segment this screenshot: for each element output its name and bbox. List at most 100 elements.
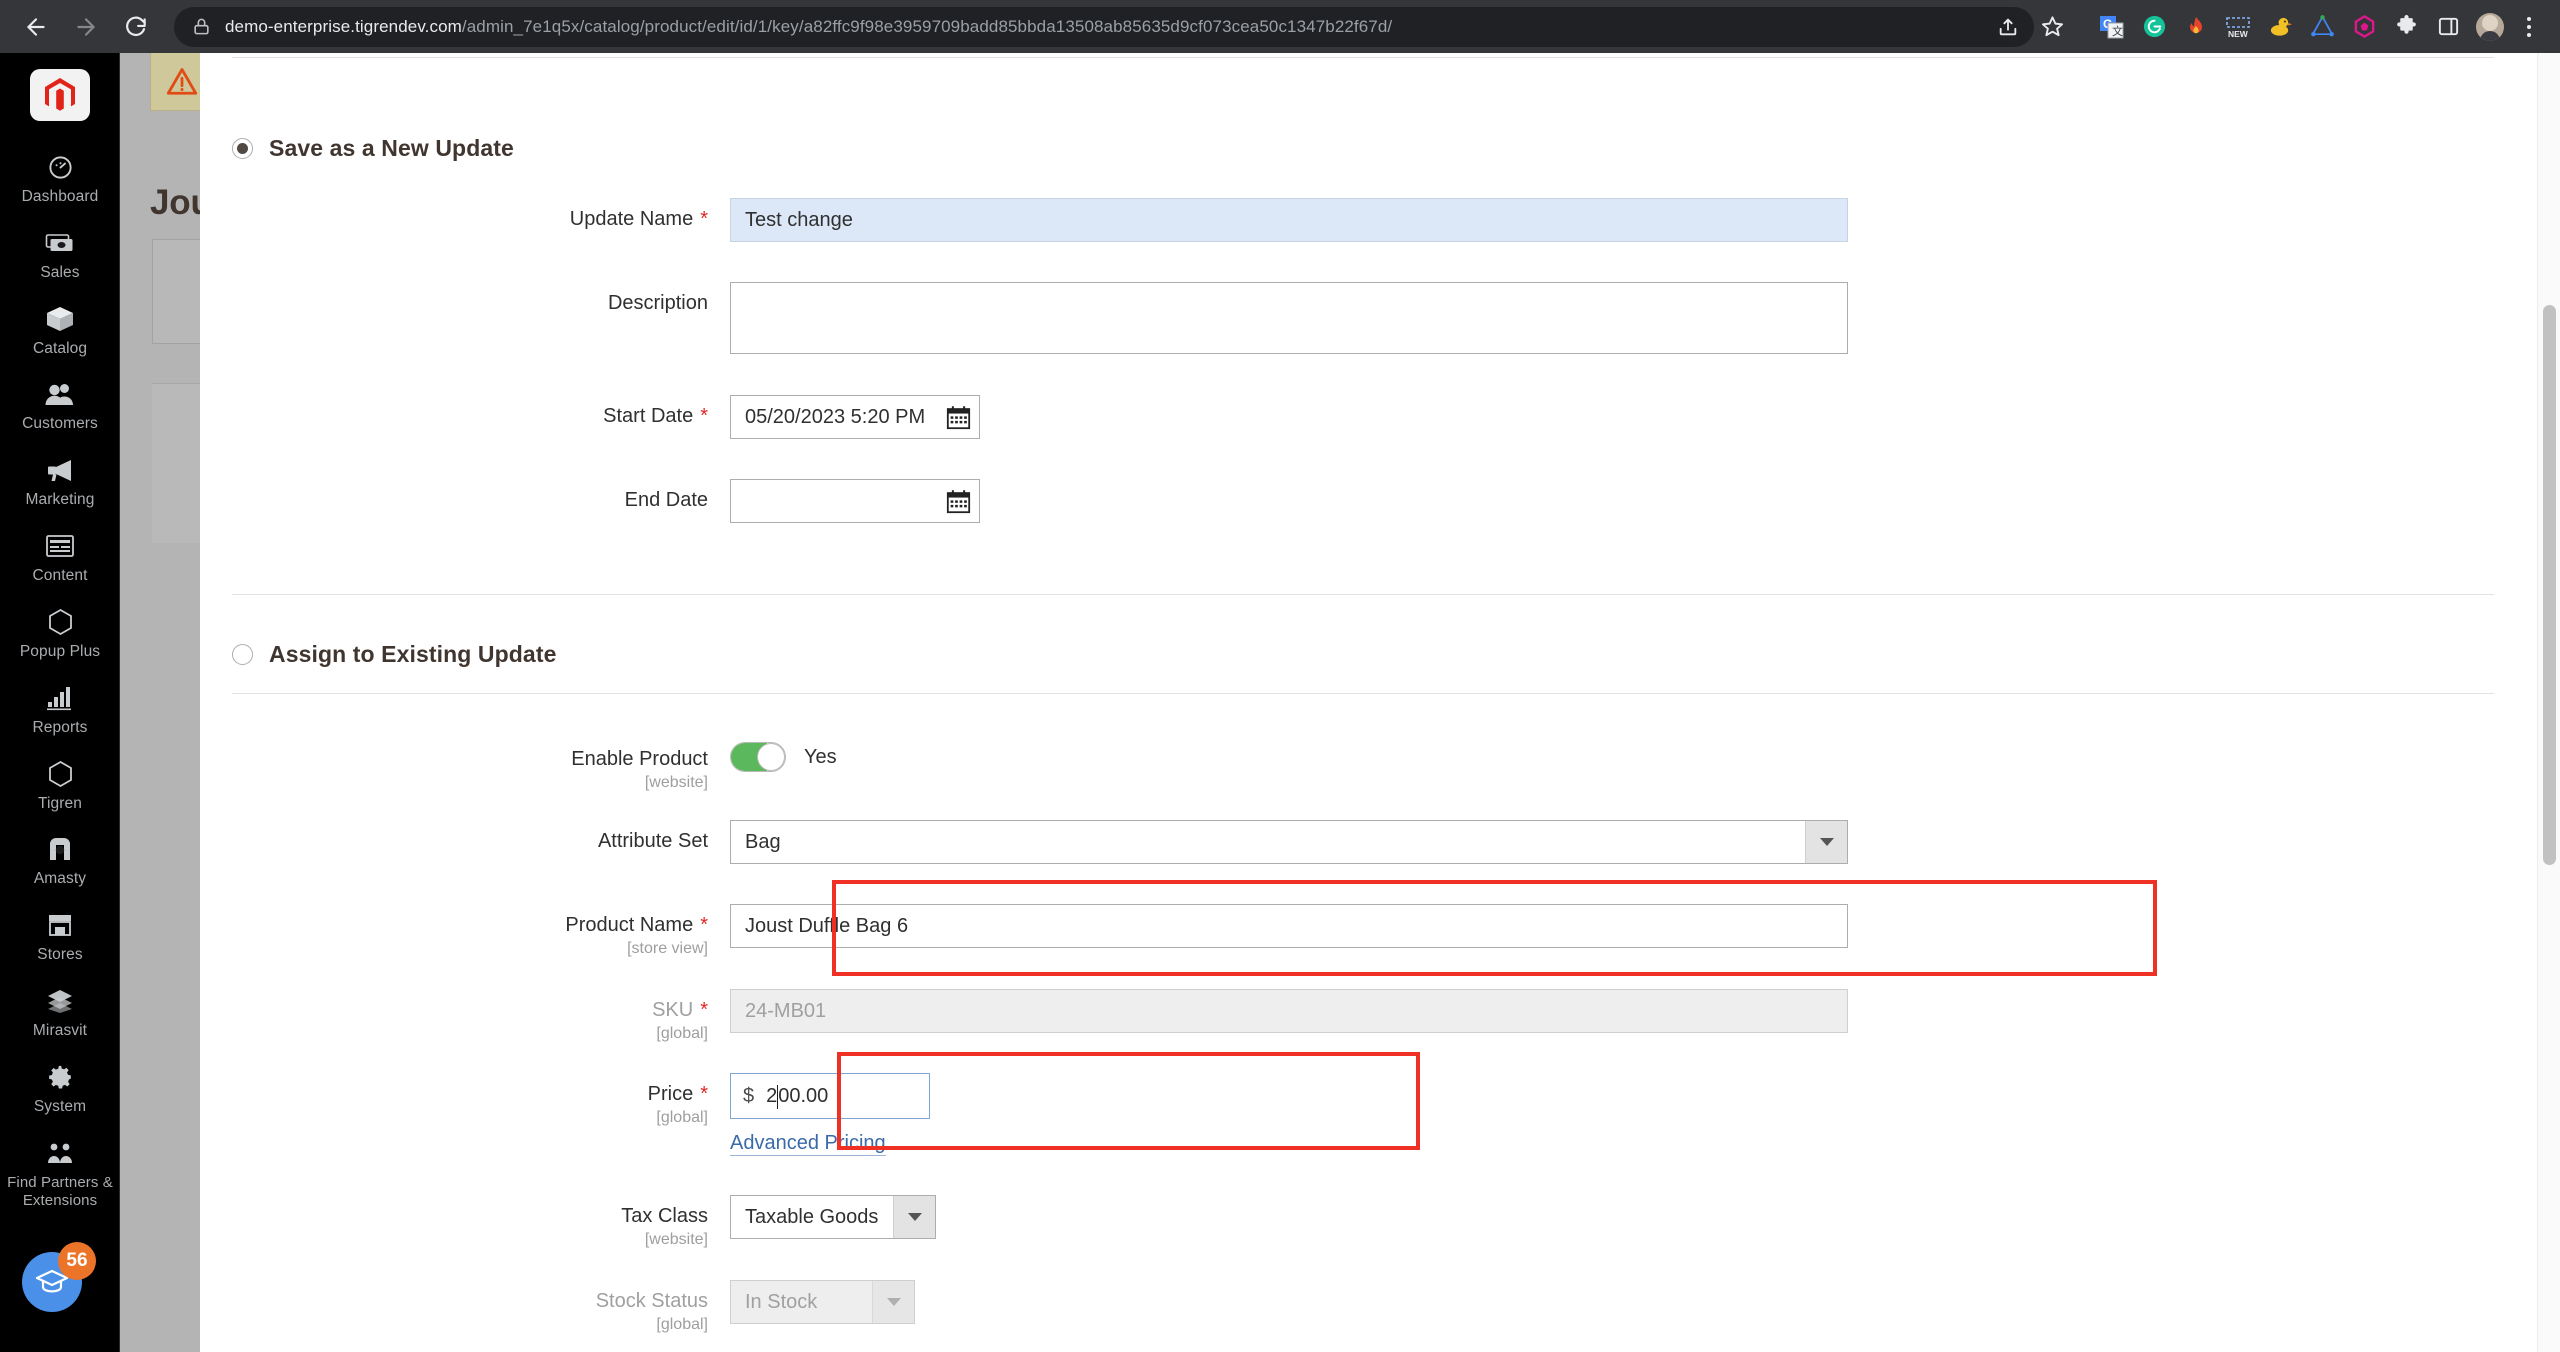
radio-assign-existing-update[interactable]: Assign to Existing Update	[232, 641, 556, 668]
omnibox-actions	[1988, 7, 2072, 47]
browser-toolbar: demo-enterprise.tigrendev.com/admin_7e1q…	[0, 0, 2560, 53]
sidebar-item-reports[interactable]: Reports	[0, 672, 120, 748]
sidebar-item-content[interactable]: Content	[0, 520, 120, 596]
sidebar-item-tigren[interactable]: Tigren	[0, 748, 120, 824]
bookmark-button[interactable]	[2032, 7, 2072, 47]
toggle-enable-product[interactable]	[730, 742, 786, 772]
field-update-name: Update Name * Test change	[200, 198, 1848, 242]
select-attribute-set[interactable]: Bag	[730, 820, 1848, 864]
input-price[interactable]: $200.00	[730, 1073, 930, 1119]
calendar-icon[interactable]	[943, 486, 973, 516]
fire-extension-icon[interactable]	[2176, 7, 2216, 47]
sidebar-item-amasty[interactable]: Amasty	[0, 823, 120, 899]
select-tax-class-value: Taxable Goods	[731, 1196, 893, 1238]
sidebar-item-label: Tigren	[2, 795, 118, 813]
hexagon-icon	[2, 760, 118, 788]
forward-button[interactable]	[64, 5, 108, 49]
textarea-description[interactable]	[730, 282, 1848, 354]
label-price: Price* [global]	[200, 1073, 730, 1127]
forward-arrow-icon	[73, 14, 99, 40]
sales-money-icon	[2, 229, 118, 257]
sidebar-item-sales[interactable]: Sales	[0, 217, 120, 293]
label-sku-text: SKU	[652, 999, 693, 1021]
profile-avatar[interactable]	[2470, 7, 2510, 47]
sidebar-item-customers[interactable]: Customers	[0, 368, 120, 444]
label-end-date-text: End Date	[625, 489, 708, 511]
enable-product-state-label: Yes	[804, 746, 837, 769]
sidebar-item-find-partners[interactable]: Find Partners & Extensions	[0, 1127, 120, 1221]
calendar-icon[interactable]	[943, 402, 973, 432]
share-icon	[1997, 16, 2019, 38]
marketing-megaphone-icon	[2, 456, 118, 484]
sidebar-item-stores[interactable]: Stores	[0, 899, 120, 975]
text-caret	[777, 1085, 778, 1109]
warning-triangle-icon	[165, 67, 199, 97]
divider-middle-2	[232, 693, 2494, 694]
sidebar-item-popup-plus[interactable]: Popup Plus	[0, 596, 120, 672]
field-product-name: Product Name* [store view] Joust Duffle …	[200, 904, 1848, 958]
select-tax-class[interactable]: Taxable Goods	[730, 1195, 936, 1239]
label-product-name-text: Product Name	[565, 914, 693, 936]
mirasvit-diamond-icon	[2, 987, 118, 1015]
share-button[interactable]	[1988, 7, 2028, 47]
input-product-name[interactable]: Joust Duffle Bag 6	[730, 904, 1848, 948]
grammarly-icon[interactable]	[2134, 7, 2174, 47]
required-asterisk: *	[700, 405, 708, 427]
label-attribute-set-text: Attribute Set	[598, 830, 708, 852]
pink-hexagon-extension-icon[interactable]	[2344, 7, 2384, 47]
sidebar-item-catalog[interactable]: Catalog	[0, 293, 120, 369]
content-page-icon	[2, 532, 118, 560]
label-stock-status: Stock Status [global]	[200, 1280, 730, 1334]
end-date-wrapper	[730, 479, 980, 523]
sidebar-item-label: Customers	[2, 415, 118, 433]
graduation-cap-badge[interactable]: 56	[22, 1252, 82, 1312]
reload-button[interactable]	[114, 5, 158, 49]
label-update-name-text: Update Name	[570, 208, 693, 230]
duck-extension-icon[interactable]	[2260, 7, 2300, 47]
google-translate-icon[interactable]: G 文	[2092, 7, 2132, 47]
sidebar-item-dashboard[interactable]: Dashboard	[0, 141, 120, 217]
start-date-wrapper: 05/20/2023 5:20 PM	[730, 395, 980, 439]
page-scrollbar[interactable]	[2537, 53, 2560, 1352]
sidebar-item-marketing[interactable]: Marketing	[0, 444, 120, 520]
stores-shop-icon	[2, 911, 118, 939]
scope-stock-status: [global]	[200, 1316, 708, 1334]
magento-logo[interactable]	[30, 69, 90, 121]
required-asterisk: *	[700, 999, 708, 1021]
back-button[interactable]	[14, 5, 58, 49]
input-update-name[interactable]: Test change	[730, 198, 1848, 242]
scope-sku: [global]	[200, 1025, 708, 1043]
select-stock-status-value: In Stock	[731, 1281, 872, 1323]
amasty-a-icon	[2, 835, 118, 863]
scheduled-update-overlay: Save as a New Update Update Name * Test c…	[200, 53, 2560, 1352]
advanced-pricing-link[interactable]: Advanced Pricing	[730, 1131, 886, 1156]
sidebar-item-label: Catalog	[2, 340, 118, 358]
new-badge-extension-icon[interactable]: NEW	[2218, 7, 2258, 47]
customers-people-icon	[2, 380, 118, 408]
required-asterisk: *	[700, 208, 708, 230]
sidebar-item-mirasvit[interactable]: Mirasvit	[0, 975, 120, 1051]
radio-save-new-update-control[interactable]	[232, 138, 253, 159]
label-product-name: Product Name* [store view]	[200, 904, 730, 958]
sidebar-item-label: Sales	[2, 264, 118, 282]
blue-triangle-extension-icon[interactable]	[2302, 7, 2342, 47]
lock-icon	[192, 17, 211, 36]
sidebar-item-label: Find Partners & Extensions	[2, 1174, 118, 1210]
side-panel-icon[interactable]	[2428, 7, 2468, 47]
select-attribute-set-value: Bag	[731, 821, 1805, 863]
sidebar-item-system[interactable]: System	[0, 1051, 120, 1127]
three-dot-menu-icon[interactable]	[2512, 7, 2546, 47]
puzzle-extensions-icon[interactable]	[2386, 7, 2426, 47]
label-enable-product-text: Enable Product	[571, 748, 708, 770]
address-bar[interactable]: demo-enterprise.tigrendev.com/admin_7e1q…	[174, 7, 2034, 47]
radio-save-new-update[interactable]: Save as a New Update	[232, 135, 514, 162]
url-text: demo-enterprise.tigrendev.com/admin_7e1q…	[225, 17, 1392, 37]
hexagon-icon	[2, 608, 118, 636]
radio-assign-existing-update-control[interactable]	[232, 644, 253, 665]
field-sku: SKU* [global] 24-MB01	[200, 989, 1848, 1043]
scrollbar-thumb[interactable]	[2543, 305, 2556, 865]
chevron-down-icon[interactable]	[893, 1196, 935, 1238]
field-start-date: Start Date* 05/20/2023 5:20 PM	[200, 395, 980, 439]
admin-sidebar: Dashboard Sales Catalog	[0, 53, 120, 1352]
chevron-down-icon[interactable]	[1805, 821, 1847, 863]
